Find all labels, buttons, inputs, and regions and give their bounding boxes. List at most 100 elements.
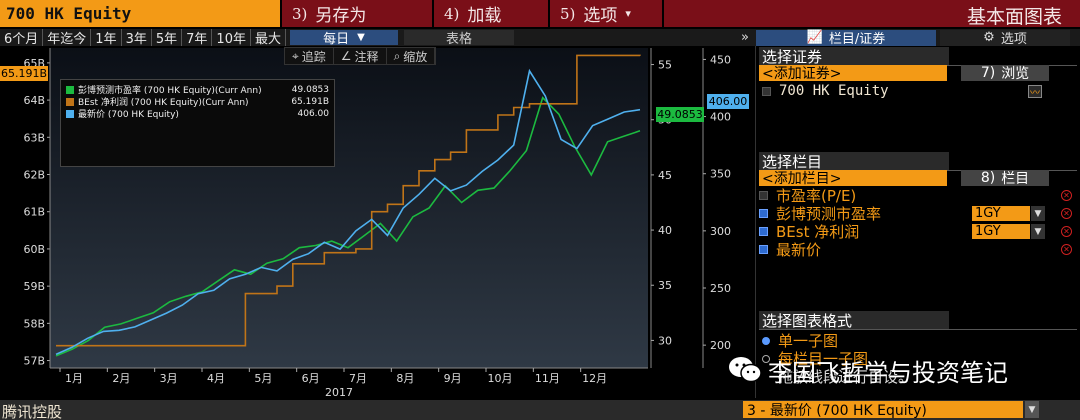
tab-columns-securities[interactable]: 📈 栏目/证券	[756, 29, 936, 47]
range-1y[interactable]: 1年	[91, 29, 122, 47]
options-label: 选项	[583, 6, 618, 26]
range-max[interactable]: 最大	[251, 29, 286, 47]
period-select[interactable]: 1GY	[972, 206, 1030, 221]
format-section-title: 选择图表格式	[759, 311, 949, 330]
range-6m[interactable]: 6个月	[0, 29, 44, 47]
range-7y[interactable]: 7年	[182, 29, 213, 47]
crosshair-icon: ⌖	[292, 48, 299, 63]
legend-swatch	[66, 109, 74, 118]
x-axis-tick-label: 11月	[535, 372, 560, 385]
pe-axis-tick-label: 40	[658, 224, 672, 237]
x-axis-label: 2017	[325, 386, 353, 398]
series-select[interactable]: 3 - 最新价 (700 HK Equity)	[743, 401, 1023, 419]
legend-value: 406.00	[297, 108, 330, 119]
save-as-number: 3)	[292, 4, 308, 23]
tab-columns-label: 栏目/证券	[828, 32, 886, 47]
chevron-down-icon[interactable]: ▼	[1025, 401, 1039, 418]
left-axis-tick-label: 58B	[23, 317, 45, 330]
settings-panel: 选择证券 <添加证券> 7) 浏览 700 HK Equity 〰 选择栏目 <…	[755, 46, 1080, 398]
chevron-down-icon: ▾	[625, 7, 631, 20]
delete-icon[interactable]: ✕	[1061, 226, 1072, 237]
chevron-down-icon[interactable]: ▼	[1031, 206, 1045, 221]
pe-value-tag: 49.0853	[656, 107, 704, 122]
x-axis-tick-label: 9月	[444, 372, 462, 385]
x-axis-tick-label: 10月	[488, 372, 513, 385]
chart-area[interactable]: 57B58B59B60B61B62B63B64B65B3035404550552…	[0, 46, 755, 398]
track-label: 追踪	[301, 49, 326, 64]
legend-item: BEst 净利润 (700 HK Equity)(Curr Ann) 65.19…	[66, 96, 329, 108]
left-axis-tick-label: 57B	[23, 355, 45, 368]
field-checkbox[interactable]	[759, 245, 768, 254]
watermark: 李国飞哲学与投资笔记	[728, 350, 1058, 390]
radio-button[interactable]	[762, 336, 770, 345]
range-10y[interactable]: 10年	[212, 29, 251, 47]
field-checkbox[interactable]	[759, 191, 768, 200]
table-button[interactable]: 表格	[403, 30, 514, 47]
field-row-pe[interactable]: 市盈率(P/E) ✕	[759, 187, 1079, 205]
field-row-forward-pe[interactable]: 彭博预测市盈率 1GY ▼ ✕	[759, 205, 1079, 223]
legend-item: 彭博预测市盈率 (700 HK Equity)(Curr Ann) 49.085…	[66, 84, 329, 96]
frequency-value: 每日	[323, 32, 350, 47]
price-axis-tick-label: 350	[710, 168, 731, 181]
save-as-label: 另存为	[315, 6, 367, 26]
save-as-button[interactable]: 3) 另存为	[280, 0, 432, 27]
caret-down-icon: ▼	[357, 32, 365, 43]
chart-icon: 📈	[806, 30, 823, 45]
field-name: 最新价	[776, 241, 822, 259]
field-checkbox[interactable]	[759, 227, 768, 236]
annotate-label: 注释	[354, 49, 379, 64]
price-axis-tick-label: 250	[710, 282, 731, 295]
options-menu-button[interactable]: 5) 选项 ▾	[548, 0, 662, 27]
browse-button[interactable]: 7) 浏览	[961, 65, 1049, 82]
fields-button[interactable]: 8) 栏目	[961, 170, 1049, 187]
delete-icon[interactable]: ✕	[1061, 244, 1072, 255]
pen-icon: ∠	[340, 49, 352, 63]
chart-legend[interactable]: 彭博预测市盈率 (700 HK Equity)(Curr Ann) 49.085…	[60, 79, 335, 167]
x-axis-tick-label: 5月	[254, 372, 272, 385]
add-field-input[interactable]: <添加栏目>	[759, 170, 947, 187]
load-button[interactable]: 4) 加载	[432, 0, 548, 27]
annotate-tool[interactable]: ∠ 注释	[334, 48, 387, 64]
wechat-icon	[729, 357, 762, 383]
range-ytd[interactable]: 年迄今	[43, 29, 92, 47]
range-3y[interactable]: 3年	[122, 29, 152, 47]
chevron-down-icon[interactable]: ▼	[1031, 224, 1045, 239]
browse-number: 7)	[980, 65, 996, 81]
browse-label: 浏览	[1001, 66, 1030, 82]
options-number: 5)	[560, 4, 576, 23]
price-value-tag: 406.00	[707, 94, 749, 109]
tab-options[interactable]: ⚙ 选项	[940, 29, 1070, 47]
period-select[interactable]: 1GY	[972, 224, 1030, 239]
field-row-net-income[interactable]: BEst 净利润 1GY ▼ ✕	[759, 223, 1079, 241]
x-axis-tick-label: 4月	[207, 372, 225, 385]
frequency-select[interactable]: 每日 ▼	[289, 30, 398, 47]
field-checkbox[interactable]	[759, 209, 768, 218]
net-income-value-tag: 65.191B	[0, 66, 48, 81]
collapse-panel-button[interactable]: »	[741, 30, 749, 45]
x-axis-tick-label: 2月	[112, 372, 130, 385]
status-bar: 腾讯控股 3 - 最新价 (700 HK Equity) ▼	[0, 400, 1080, 420]
legend-value: 49.0853	[291, 84, 329, 95]
ticker-field[interactable]: 700 HK Equity	[0, 0, 280, 27]
field-row-last-price[interactable]: 最新价 ✕	[759, 241, 1079, 259]
delete-icon[interactable]: ✕	[1061, 208, 1072, 219]
add-security-field[interactable]: <添加证券>	[759, 65, 947, 82]
panel-tabs: 📈 栏目/证券 ⚙ 选项	[755, 29, 1080, 47]
delete-icon[interactable]: ✕	[1061, 190, 1072, 201]
x-axis-tick-label: 8月	[396, 372, 414, 385]
chart-style-icon[interactable]: 〰	[1028, 84, 1042, 99]
magnifier-icon: ⌕	[393, 48, 401, 63]
tab-options-label: 选项	[1000, 32, 1027, 47]
range-5y[interactable]: 5年	[152, 29, 183, 47]
price-axis-tick-label: 400	[710, 111, 731, 124]
left-axis-tick-label: 62B	[23, 169, 45, 182]
legend-item: 最新价 (700 HK Equity) 406.00	[66, 108, 330, 120]
price-axis-tick-label: 450	[710, 53, 731, 66]
track-tool[interactable]: ⌖ 追踪	[285, 48, 334, 64]
security-checkbox[interactable]	[762, 86, 771, 96]
left-axis-tick-label: 60B	[23, 243, 45, 256]
security-item[interactable]: 700 HK Equity 〰	[762, 83, 1062, 99]
x-axis-tick-label: 6月	[302, 372, 320, 385]
zoom-tool[interactable]: ⌕ 缩放	[387, 48, 436, 64]
pe-axis-tick-label: 35	[658, 279, 672, 292]
